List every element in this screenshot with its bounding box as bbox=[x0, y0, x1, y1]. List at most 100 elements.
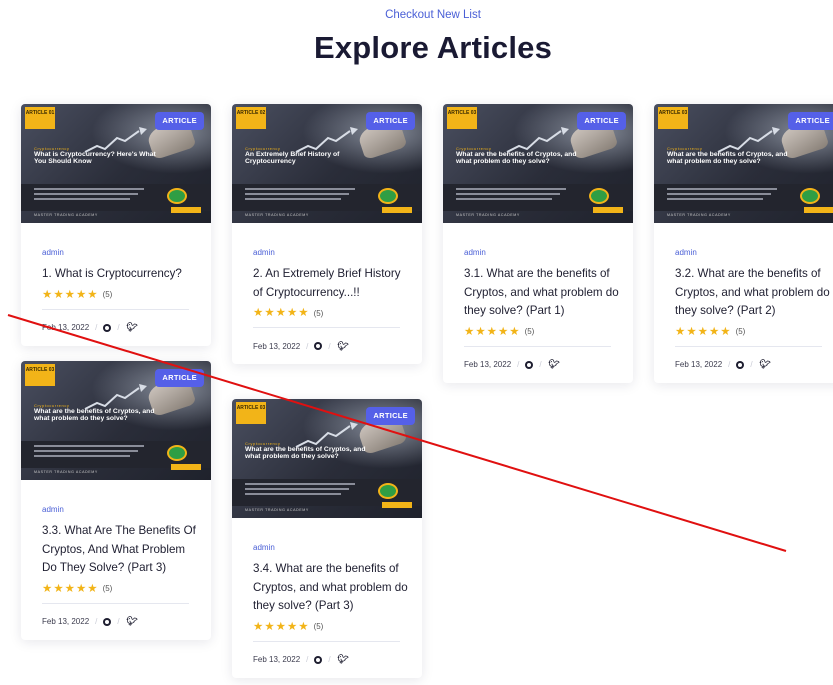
github-icon[interactable] bbox=[525, 360, 534, 369]
star-rating: ★ ★ ★ ★ ★ (5) bbox=[42, 582, 198, 596]
coin-icon bbox=[167, 188, 187, 204]
article-type-badge[interactable]: ARTICLE bbox=[155, 112, 204, 130]
article-thumbnail[interactable]: ARTICLE 03 ARTICLE Cryptocurrency What a… bbox=[654, 104, 833, 223]
star-icon: ★ bbox=[275, 307, 286, 319]
separator-slash: / bbox=[306, 655, 309, 664]
article-thumbnail[interactable]: ARTICLE 03 ARTICLE Cryptocurrency What a… bbox=[443, 104, 633, 223]
article-thumbnail[interactable]: ARTICLE 02 ARTICLE Cryptocurrency An Ext… bbox=[232, 104, 422, 223]
article-title-link[interactable]: 3.1. What are the benefits of Cryptos, a… bbox=[464, 265, 620, 321]
github-icon[interactable] bbox=[103, 617, 112, 626]
thumbnail-title: An Extremely Brief History of Cryptocurr… bbox=[245, 151, 340, 165]
twitter-icon[interactable]: 🐦︎ bbox=[336, 654, 349, 665]
article-type-badge[interactable]: ARTICLE bbox=[366, 112, 415, 130]
article-type-badge[interactable]: ARTICLE bbox=[577, 112, 626, 130]
star-icon: ★ bbox=[708, 325, 720, 338]
article-card[interactable]: ARTICLE 03 ARTICLE Cryptocurrency What a… bbox=[232, 399, 422, 678]
article-title-link[interactable]: 3.4. What are the benefits of Cryptos, a… bbox=[253, 560, 409, 616]
separator-slash: / bbox=[117, 323, 120, 332]
article-title-link[interactable]: 3.3. What Are The Benefits Of Cryptos, A… bbox=[42, 522, 198, 578]
post-date: Feb 13, 2022 bbox=[42, 617, 90, 626]
star-icon: ★ bbox=[75, 288, 87, 301]
article-number-badge: ARTICLE 03 bbox=[447, 107, 477, 129]
article-thumbnail[interactable]: ARTICLE 03 ARTICLE Cryptocurrency What a… bbox=[232, 399, 422, 518]
separator-slash: / bbox=[750, 360, 753, 369]
rating-count: (5) bbox=[524, 327, 535, 336]
post-date: Feb 13, 2022 bbox=[675, 360, 723, 369]
thumbnail-cta bbox=[804, 207, 833, 213]
star-rating: ★ ★ ★ ★ ★ (5) bbox=[253, 306, 409, 320]
author-link[interactable]: admin bbox=[675, 248, 831, 257]
author-link[interactable]: admin bbox=[253, 248, 409, 257]
star-icon: ★ bbox=[720, 325, 731, 338]
coin-icon bbox=[800, 188, 820, 204]
thumbnail-text-line bbox=[245, 493, 341, 495]
article-body: admin 3.2. What are the benefits of Cryp… bbox=[654, 223, 833, 383]
article-type-badge[interactable]: ARTICLE bbox=[155, 369, 204, 387]
thumbnail-text-line bbox=[34, 445, 144, 447]
author-link[interactable]: admin bbox=[42, 505, 198, 514]
thumbnail-text-line bbox=[245, 488, 349, 490]
article-title-link[interactable]: 1. What is Cryptocurrency? bbox=[42, 265, 198, 284]
article-card[interactable]: ARTICLE 03 ARTICLE Cryptocurrency What a… bbox=[21, 361, 211, 640]
author-link[interactable]: admin bbox=[253, 543, 409, 552]
article-number-badge: ARTICLE 03 bbox=[236, 402, 266, 424]
star-icon: ★ bbox=[87, 288, 98, 301]
thumbnail-footer: MASTER TRADING ACADEMY bbox=[245, 508, 309, 512]
twitter-icon[interactable]: 🐦︎ bbox=[125, 616, 138, 627]
github-icon[interactable] bbox=[314, 655, 323, 664]
article-body: admin 2. An Extremely Brief History of C… bbox=[232, 223, 422, 364]
thumbnail-text-line bbox=[34, 455, 130, 457]
thumbnail-title: What is Cryptocurrency? Here's What You … bbox=[34, 151, 156, 165]
thumbnail-cta bbox=[171, 207, 201, 213]
star-icon: ★ bbox=[253, 620, 264, 633]
coin-icon bbox=[589, 188, 609, 204]
thumbnail-text-line bbox=[456, 193, 560, 195]
thumbnail-title: What are the benefits of Cryptos, and wh… bbox=[667, 151, 788, 165]
article-type-badge[interactable]: ARTICLE bbox=[366, 407, 415, 425]
star-icon: ★ bbox=[675, 325, 686, 338]
star-icon: ★ bbox=[264, 620, 275, 633]
article-body: admin 3.3. What Are The Benefits Of Cryp… bbox=[21, 480, 211, 640]
article-title-link[interactable]: 3.2. What are the benefits of Cryptos, a… bbox=[675, 265, 831, 321]
star-rating: ★ ★ ★ ★ ★ (5) bbox=[675, 325, 831, 339]
post-date: Feb 13, 2022 bbox=[253, 341, 301, 351]
article-thumbnail[interactable]: ARTICLE 01 ARTICLE Cryptocurrency What i… bbox=[21, 104, 211, 223]
star-icon: ★ bbox=[298, 307, 309, 319]
article-card[interactable]: ARTICLE 02 ARTICLE Cryptocurrency An Ext… bbox=[232, 104, 422, 364]
star-icon: ★ bbox=[486, 325, 497, 338]
star-icon: ★ bbox=[286, 307, 298, 319]
thumbnail-text-line bbox=[245, 188, 355, 190]
separator-slash: / bbox=[328, 341, 331, 351]
article-number-badge: ARTICLE 03 bbox=[658, 107, 688, 129]
thumbnail-footer: MASTER TRADING ACADEMY bbox=[34, 213, 98, 217]
author-link[interactable]: admin bbox=[42, 248, 198, 257]
github-icon[interactable] bbox=[736, 360, 745, 369]
star-icon: ★ bbox=[42, 288, 53, 301]
star-rating: ★ ★ ★ ★ ★ (5) bbox=[464, 325, 620, 339]
article-title-link[interactable]: 2. An Extremely Brief History of Cryptoc… bbox=[253, 265, 409, 302]
post-date: Feb 13, 2022 bbox=[464, 360, 512, 369]
thumbnail-text-line bbox=[34, 193, 138, 195]
star-icon: ★ bbox=[686, 325, 697, 338]
twitter-icon[interactable]: 🐦︎ bbox=[758, 359, 771, 370]
thumbnail-text-line bbox=[34, 188, 144, 190]
thumbnail-text-line bbox=[245, 198, 341, 200]
twitter-icon[interactable]: 🐦︎ bbox=[125, 322, 138, 333]
star-icon: ★ bbox=[64, 288, 75, 301]
separator-slash: / bbox=[95, 323, 98, 332]
star-icon: ★ bbox=[464, 325, 475, 338]
star-icon: ★ bbox=[697, 325, 708, 338]
article-card[interactable]: ARTICLE 01 ARTICLE Cryptocurrency What i… bbox=[21, 104, 211, 346]
github-icon[interactable] bbox=[314, 342, 323, 350]
twitter-icon[interactable]: 🐦︎ bbox=[336, 341, 349, 352]
section-kicker: Checkout New List bbox=[385, 9, 481, 21]
twitter-icon[interactable]: 🐦︎ bbox=[547, 359, 560, 370]
article-type-badge[interactable]: ARTICLE bbox=[788, 112, 833, 130]
article-card[interactable]: ARTICLE 03 ARTICLE Cryptocurrency What a… bbox=[443, 104, 633, 383]
author-link[interactable]: admin bbox=[464, 248, 620, 257]
article-thumbnail[interactable]: ARTICLE 03 ARTICLE Cryptocurrency What a… bbox=[21, 361, 211, 480]
coin-icon bbox=[167, 445, 187, 461]
article-card[interactable]: ARTICLE 03 ARTICLE Cryptocurrency What a… bbox=[654, 104, 833, 383]
github-icon[interactable] bbox=[103, 323, 112, 332]
rating-count: (5) bbox=[102, 290, 113, 299]
